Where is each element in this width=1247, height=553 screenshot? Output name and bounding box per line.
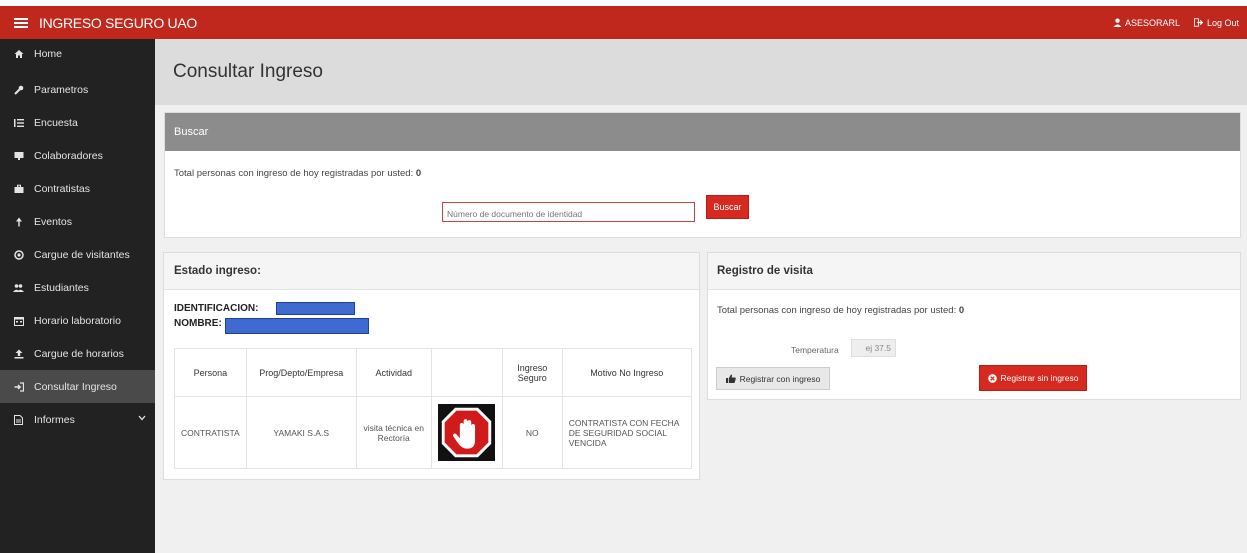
- sidebar-item-encuesta[interactable]: Encuesta: [0, 106, 155, 139]
- sign-in-icon: [13, 381, 24, 392]
- logout-icon: [1193, 18, 1204, 27]
- buscar-panel: Buscar Total personas con ingreso de hoy…: [164, 112, 1241, 238]
- thumbs-up-icon: [725, 374, 736, 383]
- upload-icon: [13, 348, 24, 359]
- circle-dot-icon: [13, 249, 24, 260]
- sidebar-item-label: Parametros: [34, 83, 89, 96]
- sidebar-item-contratistas[interactable]: Contratistas: [0, 172, 155, 205]
- registro-visita-header: Registro de visita: [708, 253, 1240, 290]
- table-header-row: Persona Prog/Depto/Empresa Actividad Ing…: [174, 348, 692, 397]
- chevron-down-icon[interactable]: [138, 413, 146, 423]
- user-name: ASESORARL: [1124, 17, 1180, 28]
- sidebar-item-cargue-horarios[interactable]: Cargue de horarios: [0, 337, 155, 370]
- sidebar-item-label: Home: [34, 48, 63, 60]
- briefcase-icon: [13, 183, 24, 194]
- sidebar-item-home[interactable]: Home: [0, 39, 155, 73]
- sidebar-item-label: Consultar Ingreso: [34, 380, 117, 393]
- motivo-cell: CONTRATISTA CON FECHA DE SEGURIDAD SOCIA…: [561, 396, 692, 469]
- display-icon: [13, 150, 24, 161]
- column-header: Persona: [174, 348, 247, 397]
- sidebar-item-label: Colaboradores: [34, 149, 103, 162]
- pin-icon: [13, 216, 24, 227]
- identificacion-label: IDENTIFICACION:: [174, 303, 259, 314]
- home-icon: [13, 48, 24, 59]
- sidebar-item-eventos[interactable]: Eventos: [0, 205, 155, 238]
- menu-toggle-icon[interactable]: [14, 17, 28, 28]
- column-header: Motivo No Ingreso: [561, 348, 692, 397]
- sidebar-item-cargue-visitantes[interactable]: Cargue de visitantes: [0, 238, 155, 271]
- registro-visita-panel: Registro de visita Total personas con in…: [707, 252, 1241, 400]
- temperatura-input[interactable]: ej 37.5: [851, 339, 896, 357]
- wrench-icon: [13, 84, 24, 95]
- total-registrados-value: 0: [415, 168, 422, 179]
- estado-ingreso-table: Persona Prog/Depto/Empresa Actividad Ing…: [174, 348, 692, 469]
- registro-total-value: 0: [958, 305, 965, 316]
- sidebar-item-informes[interactable]: Informes: [0, 403, 155, 436]
- redacted-identificacion: [276, 302, 355, 315]
- times-circle-icon: [987, 373, 997, 383]
- sidebar-item-label: Informes: [34, 413, 75, 426]
- persona-cell: CONTRATISTA: [174, 396, 247, 469]
- column-header: Prog/Depto/Empresa: [245, 348, 357, 397]
- redacted-nombre: [225, 318, 369, 334]
- stop-hand-icon: [438, 404, 496, 461]
- sidebar-item-label: Contratistas: [34, 182, 91, 195]
- sidebar-item-label: Encuesta: [34, 116, 78, 129]
- logout-link[interactable]: Log Out: [1193, 17, 1239, 28]
- sidebar-item-colaboradores[interactable]: Colaboradores: [0, 139, 155, 172]
- registrar-sin-ingreso-label: Registrar sin ingreso: [1000, 373, 1079, 383]
- sidebar-item-parametros[interactable]: Parametros: [0, 73, 155, 106]
- total-registrados-label: Total personas con ingreso de hoy regist…: [174, 168, 416, 179]
- user-menu[interactable]: ASESORARL: [1113, 18, 1180, 28]
- file-icon: [13, 414, 24, 425]
- status-image-cell: [430, 396, 503, 469]
- top-navbar: INGRESO SEGURO UAO ASESORARL Log Out: [0, 6, 1247, 39]
- sidebar-item-label: Horario laboratorio: [34, 314, 121, 327]
- sidebar-item-label: Cargue de visitantes: [34, 248, 130, 261]
- sidebar: Home Parametros Encuesta Colaboradores C…: [0, 39, 155, 553]
- registrar-con-ingreso-button[interactable]: Registrar con ingreso: [716, 367, 830, 390]
- users-icon: [13, 282, 24, 293]
- sidebar-item-label: Cargue de horarios: [34, 347, 124, 360]
- total-registrados-text: Total personas con ingreso de hoy regist…: [174, 168, 421, 179]
- table-row: CONTRATISTA YAMAKI S.A.S visita técnica …: [174, 396, 692, 469]
- registrar-sin-ingreso-button[interactable]: Registrar sin ingreso: [979, 365, 1087, 391]
- list-icon: [13, 117, 24, 128]
- column-header: Ingreso Seguro: [501, 348, 563, 397]
- temperatura-label: Temperatura: [791, 345, 839, 355]
- nombre-label: NOMBRE:: [174, 318, 222, 329]
- sidebar-item-label: Estudiantes: [34, 281, 89, 294]
- buscar-button[interactable]: Buscar: [706, 195, 749, 219]
- column-header: Actividad: [355, 348, 432, 397]
- logout-label: Log Out: [1206, 17, 1239, 28]
- sidebar-item-label: Eventos: [34, 215, 72, 228]
- page-title: Consultar Ingreso: [173, 61, 323, 82]
- app-brand[interactable]: INGRESO SEGURO UAO: [39, 15, 197, 31]
- estado-ingreso-header: Estado ingreso:: [164, 253, 699, 290]
- user-icon: [1113, 18, 1122, 27]
- sidebar-item-consultar-ingreso[interactable]: Consultar Ingreso: [0, 370, 155, 403]
- registro-total-label: Total personas con ingreso de hoy regist…: [717, 305, 959, 316]
- sidebar-item-horario-laboratorio[interactable]: Horario laboratorio: [0, 304, 155, 337]
- main-content: Consultar Ingreso Buscar Total personas …: [155, 39, 1247, 553]
- column-header: [430, 348, 503, 397]
- documento-search-input[interactable]: [442, 202, 695, 222]
- ingreso-seguro-cell: NO: [501, 396, 563, 469]
- registrar-con-ingreso-label: Registrar con ingreso: [739, 373, 821, 384]
- registro-total-text: Total personas con ingreso de hoy regist…: [717, 305, 964, 316]
- buscar-panel-header: Buscar: [165, 113, 1240, 151]
- estado-ingreso-panel: Estado ingreso: IDENTIFICACION: NOMBRE: …: [163, 252, 700, 480]
- calendar-icon: [13, 315, 24, 326]
- actividad-cell: visita técnica en Rectoría: [355, 396, 432, 469]
- empresa-cell: YAMAKI S.A.S: [245, 396, 357, 469]
- page-header: Consultar Ingreso: [155, 39, 1247, 105]
- sidebar-item-estudiantes[interactable]: Estudiantes: [0, 271, 155, 304]
